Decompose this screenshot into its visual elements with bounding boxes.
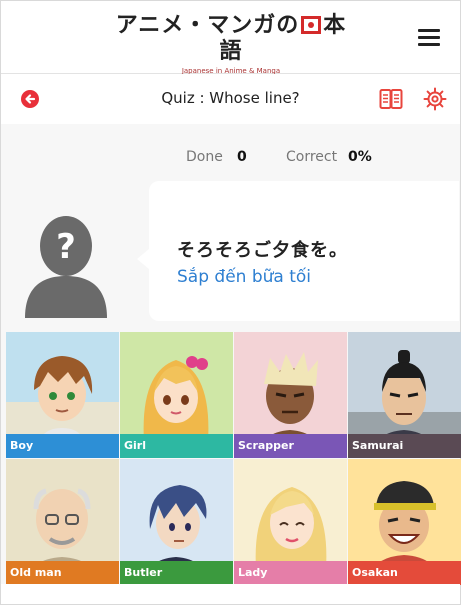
character-label: Scrapper — [234, 434, 347, 458]
character-card-old-man[interactable]: Old man — [6, 459, 119, 585]
logo-title-left: アニメ・マンガの — [115, 13, 300, 38]
quote-japanese: そろそろご夕食を。 — [177, 240, 348, 261]
logo-title: アニメ・マンガの 本語 — [111, 13, 351, 65]
character-card-scrapper[interactable]: Scrapper — [234, 332, 347, 458]
done-value: 0 — [237, 149, 247, 165]
app-header: アニメ・マンガの 本語 Japanese in Anime & Manga — [1, 1, 460, 76]
quiz-toolbar: Quiz : Whose line? — [1, 74, 460, 124]
character-grid: Boy Girl Scrapper Samurai Old man Butler… — [6, 332, 461, 585]
character-label: Old man — [6, 561, 119, 585]
correct-label: Correct — [286, 149, 338, 165]
character-label: Osakan — [348, 561, 461, 585]
gear-icon[interactable] — [423, 87, 447, 115]
character-label: Girl — [120, 434, 233, 458]
done-label: Done — [186, 149, 223, 165]
character-card-girl[interactable]: Girl — [120, 332, 233, 458]
speech-bubble: そろそろご夕食を。 Sắp đến bữa tối — [137, 181, 459, 321]
character-card-lady[interactable]: Lady — [234, 459, 347, 585]
hamburger-menu-icon[interactable] — [418, 29, 440, 46]
character-label: Lady — [234, 561, 347, 585]
correct-value: 0% — [348, 149, 372, 165]
character-card-samurai[interactable]: Samurai — [348, 332, 461, 458]
flag-icon — [301, 16, 322, 34]
book-icon[interactable] — [379, 88, 403, 114]
app-frame: アニメ・マンガの 本語 Japanese in Anime & Manga Qui… — [0, 0, 461, 605]
character-label: Butler — [120, 561, 233, 585]
character-card-osakan[interactable]: Osakan — [348, 459, 461, 585]
bottom-bar — [1, 584, 460, 604]
character-label: Samurai — [348, 434, 461, 458]
svg-text:?: ? — [56, 227, 76, 267]
character-label: Boy — [6, 434, 119, 458]
unknown-person-icon: ? — [21, 206, 111, 318]
character-card-butler[interactable]: Butler — [120, 459, 233, 585]
character-card-boy[interactable]: Boy — [6, 332, 119, 458]
app-logo[interactable]: アニメ・マンガの 本語 Japanese in Anime & Manga — [111, 13, 351, 76]
quote-translation: Sắp đến bữa tối — [177, 267, 312, 287]
